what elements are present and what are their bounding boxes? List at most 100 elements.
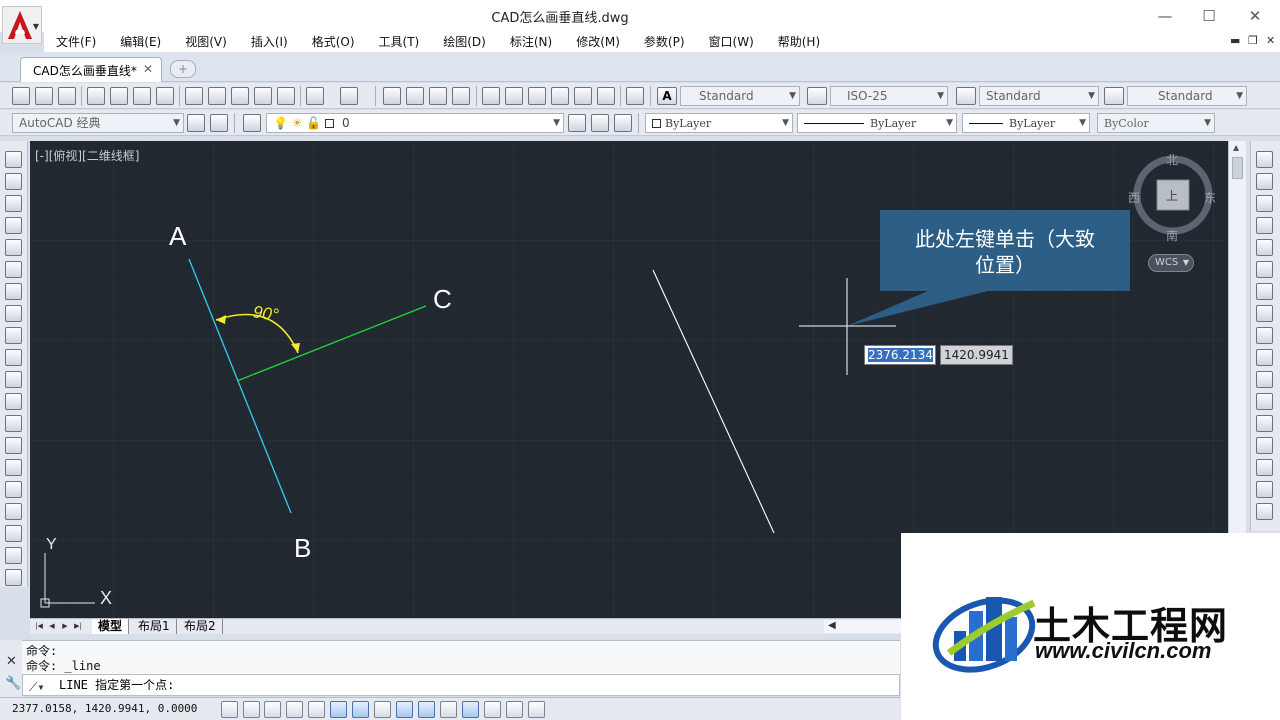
command-input[interactable]: ⟋▾ LINE 指定第一个点: bbox=[22, 674, 900, 696]
viewcube[interactable]: 北 南 东 西 上 bbox=[1128, 151, 1216, 243]
transparency-icon[interactable] bbox=[462, 701, 479, 718]
dim-style-icon[interactable] bbox=[807, 87, 827, 105]
mirror-icon[interactable] bbox=[1256, 195, 1273, 212]
3d-dwf-icon[interactable] bbox=[156, 87, 174, 105]
table-style-select[interactable]: Standard ▼ bbox=[979, 86, 1099, 106]
ellipse-icon[interactable] bbox=[5, 349, 22, 366]
scale-icon[interactable] bbox=[1256, 305, 1273, 322]
ellipse-arc-icon[interactable] bbox=[5, 371, 22, 388]
tab-layout2[interactable]: 布局2 bbox=[178, 619, 223, 634]
break-at-point-icon[interactable] bbox=[1256, 393, 1273, 410]
workspace-select[interactable]: AutoCAD 经典 ▼ bbox=[12, 113, 184, 133]
menu-modify[interactable]: 修改(M) bbox=[564, 32, 632, 52]
new-tab-button[interactable]: + bbox=[170, 60, 196, 78]
table-icon[interactable] bbox=[5, 525, 22, 542]
annotation-monitor-icon[interactable] bbox=[528, 701, 545, 718]
dynamic-input-icon[interactable] bbox=[418, 701, 435, 718]
lineweight-toggle-icon[interactable] bbox=[440, 701, 457, 718]
copy-object-icon[interactable] bbox=[1256, 173, 1273, 190]
text-style-select[interactable]: Standard ▼ bbox=[680, 86, 800, 106]
scroll-up-icon[interactable]: ▲ bbox=[1233, 143, 1239, 152]
first-layout-icon[interactable]: |◀ bbox=[34, 621, 44, 632]
compass-east[interactable]: 东 bbox=[1204, 189, 1216, 206]
menu-edit[interactable]: 编辑(E) bbox=[108, 32, 173, 52]
tab-model[interactable]: 模型 bbox=[92, 619, 130, 634]
selection-cycling-icon[interactable] bbox=[506, 701, 523, 718]
fillet-icon[interactable] bbox=[1256, 481, 1273, 498]
plotstyle-select[interactable]: ByColor ▼ bbox=[1097, 113, 1215, 133]
grid-display-icon[interactable] bbox=[264, 701, 281, 718]
zoom-window-icon[interactable] bbox=[429, 87, 447, 105]
linetype-select[interactable]: ByLayer ▼ bbox=[797, 113, 957, 133]
break-icon[interactable] bbox=[1256, 415, 1273, 432]
object-snap-icon[interactable] bbox=[330, 701, 347, 718]
horizontal-scrollbar[interactable]: ◀ bbox=[824, 620, 904, 633]
scroll-thumb[interactable] bbox=[1232, 157, 1243, 179]
paste-icon[interactable] bbox=[231, 87, 249, 105]
calculator-icon[interactable] bbox=[597, 87, 615, 105]
cut-icon[interactable] bbox=[185, 87, 203, 105]
menu-draw[interactable]: 绘图(D) bbox=[431, 32, 498, 52]
toolbar-lock-icon[interactable] bbox=[210, 114, 228, 132]
match-properties-icon[interactable] bbox=[254, 87, 272, 105]
dynamic-ucs-icon[interactable] bbox=[396, 701, 413, 718]
spline-icon[interactable] bbox=[5, 327, 22, 344]
compass-north[interactable]: 北 bbox=[1166, 151, 1178, 168]
dynamic-input-y[interactable]: 1420.9941 bbox=[940, 345, 1013, 365]
layer-previous-icon[interactable] bbox=[591, 114, 609, 132]
plot-icon[interactable] bbox=[87, 87, 105, 105]
table-style-icon[interactable] bbox=[956, 87, 976, 105]
arc-icon[interactable] bbox=[5, 261, 22, 278]
multiline-text-icon[interactable] bbox=[5, 547, 22, 564]
maximize-button[interactable]: ☐ bbox=[1186, 4, 1232, 28]
layer-select[interactable]: 💡 ☀ 🔓 0 ▼ bbox=[266, 113, 564, 133]
pan-icon[interactable] bbox=[383, 87, 401, 105]
menu-file[interactable]: 文件(F) bbox=[44, 32, 108, 52]
lineweight-select[interactable]: ByLayer ▼ bbox=[962, 113, 1090, 133]
zoom-previous-icon[interactable] bbox=[452, 87, 470, 105]
mdi-restore-icon[interactable]: ❐ bbox=[1248, 34, 1258, 47]
layer-manager-icon[interactable] bbox=[243, 114, 261, 132]
undo-icon[interactable] bbox=[306, 87, 324, 105]
properties-icon[interactable] bbox=[482, 87, 500, 105]
region-icon[interactable] bbox=[5, 503, 22, 520]
zoom-realtime-icon[interactable] bbox=[406, 87, 424, 105]
move-icon[interactable] bbox=[1256, 261, 1273, 278]
close-button[interactable]: ✕ bbox=[1232, 4, 1278, 28]
tool-palettes-icon[interactable] bbox=[528, 87, 546, 105]
text-style-icon[interactable]: A bbox=[657, 87, 677, 105]
cursor-coordinates[interactable]: 2377.0158, 1420.9941, 0.0000 bbox=[12, 702, 197, 715]
quick-properties-icon[interactable] bbox=[484, 701, 501, 718]
viewport-controls-label[interactable]: [-][俯视][二维线框] bbox=[35, 147, 139, 164]
redo-icon[interactable] bbox=[340, 87, 358, 105]
file-tab-active[interactable]: CAD怎么画垂直线* ✕ bbox=[20, 57, 162, 82]
mdi-close-icon[interactable]: ✕ bbox=[1266, 34, 1275, 47]
blend-curves-icon[interactable] bbox=[1256, 503, 1273, 520]
object-snap-tracking-icon[interactable] bbox=[374, 701, 391, 718]
menu-parametric[interactable]: 参数(P) bbox=[632, 32, 697, 52]
menu-help[interactable]: 帮助(H) bbox=[766, 32, 832, 52]
make-object-layer-current-icon[interactable] bbox=[568, 114, 586, 132]
previous-layout-icon[interactable]: ◀ bbox=[47, 621, 57, 632]
offset-icon[interactable] bbox=[1256, 217, 1273, 234]
publish-icon[interactable] bbox=[133, 87, 151, 105]
viewcube-top-face[interactable]: 上 bbox=[1166, 187, 1178, 204]
plot-preview-icon[interactable] bbox=[110, 87, 128, 105]
construction-line-icon[interactable] bbox=[5, 173, 22, 190]
new-file-icon[interactable] bbox=[12, 87, 30, 105]
add-selected-icon[interactable] bbox=[5, 569, 22, 586]
extend-icon[interactable] bbox=[1256, 371, 1273, 388]
ortho-mode-icon[interactable] bbox=[286, 701, 303, 718]
copy-icon[interactable] bbox=[208, 87, 226, 105]
close-tab-icon[interactable]: ✕ bbox=[143, 62, 153, 76]
color-select[interactable]: ByLayer ▼ bbox=[645, 113, 793, 133]
minimize-button[interactable]: — bbox=[1142, 4, 1188, 28]
3d-object-snap-icon[interactable] bbox=[352, 701, 369, 718]
multileader-style-select[interactable]: Standard ▼ bbox=[1127, 86, 1247, 106]
infer-constraints-icon[interactable] bbox=[221, 701, 238, 718]
menu-insert[interactable]: 插入(I) bbox=[239, 32, 300, 52]
line-icon[interactable] bbox=[5, 151, 22, 168]
array-icon[interactable] bbox=[1256, 239, 1273, 256]
dim-style-select[interactable]: ISO-25 ▼ bbox=[830, 86, 948, 106]
rotate-icon[interactable] bbox=[1256, 283, 1273, 300]
